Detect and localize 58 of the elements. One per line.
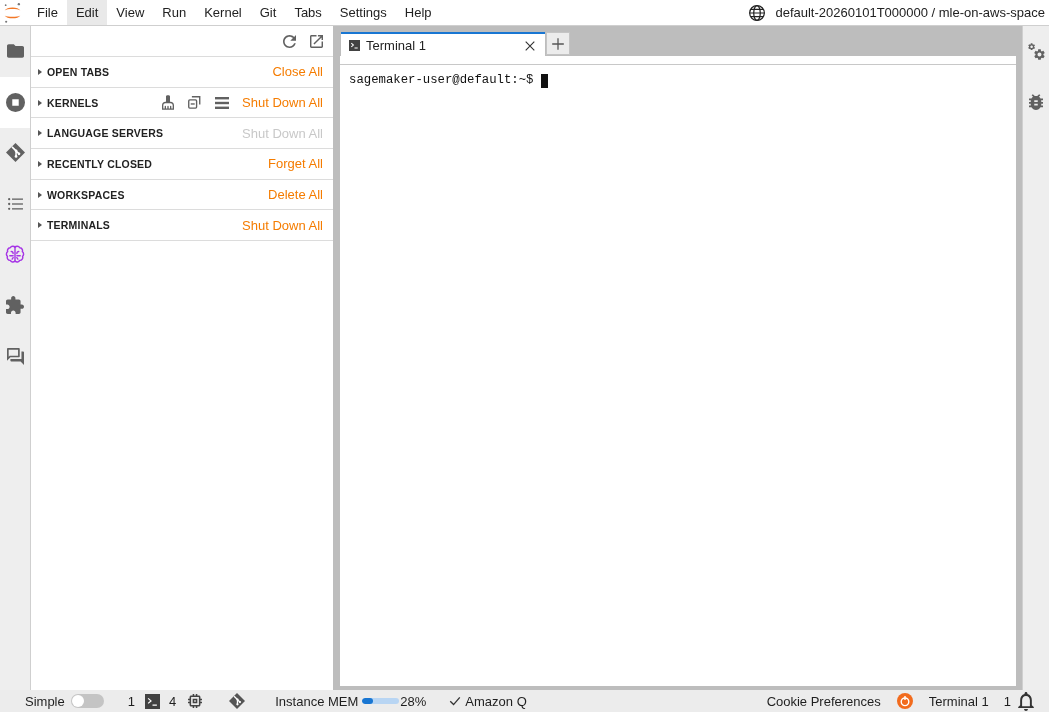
close-icon[interactable] [525,40,535,51]
caret-icon[interactable] [38,68,42,75]
menu-item[interactable]: Kernel [195,0,251,25]
stacked-windows-icon[interactable] [188,96,202,110]
caret-icon[interactable] [38,222,42,229]
terminal-icon [349,40,360,51]
menu-item[interactable]: Settings [330,0,396,25]
mode-toggle[interactable] [70,694,104,708]
section-title[interactable]: OPEN TABS [47,65,110,78]
terminal-count[interactable]: 1 [127,693,135,709]
assistant-status[interactable]: Amazon Q [465,693,527,709]
external-link-icon[interactable] [310,34,323,48]
chat-bubbles-icon[interactable] [6,347,24,365]
bell-icon[interactable] [1018,691,1034,711]
globe-icon [749,4,766,21]
sidebar-tab[interactable] [0,76,30,128]
chip-icon[interactable] [188,694,203,708]
kernel-count[interactable]: 4 [169,693,177,709]
section-title[interactable]: RECENTLY CLOSED [47,157,153,170]
menu-item[interactable]: File [28,0,67,25]
menu-item[interactable]: Tabs [285,0,331,25]
menu-item[interactable]: View [107,0,154,25]
caret-icon[interactable] [38,160,42,167]
space-path: default-20260101T000000 / mle-on-aws-space [775,5,1045,20]
puzzle-icon[interactable] [6,296,24,315]
caret-icon[interactable] [38,99,42,106]
section-title[interactable]: KERNELS [47,96,99,109]
bug-icon[interactable] [1029,94,1043,111]
terminal-icon[interactable] [145,693,160,709]
broom-icon[interactable] [162,95,175,111]
menu-item[interactable]: Run [153,0,196,25]
git-icon[interactable] [229,693,246,709]
folder-icon[interactable] [6,44,24,59]
menu-item[interactable]: Help [395,0,441,25]
list-view-icon[interactable] [215,96,230,109]
plus-icon [552,37,564,50]
new-tab-button[interactable] [546,32,570,55]
document-tab[interactable]: Terminal 1 [341,32,545,57]
memory-reading: 28% [400,693,427,709]
list-icon[interactable] [7,197,23,210]
memory-label: Instance MEM [275,693,359,709]
terminal-panel[interactable]: sagemaker-user@default:~$ [340,56,1016,686]
ring-icon[interactable] [896,693,913,709]
menu-item[interactable]: Git [250,0,286,25]
refresh-icon[interactable] [283,34,296,48]
terminal-prompt: sagemaker-user@default:~$ [349,73,534,88]
caret-icon[interactable] [38,191,42,198]
section-title[interactable]: WORKSPACES [47,188,125,201]
current-item-label: Terminal 1 [928,693,989,709]
logo-icon[interactable] [4,2,21,23]
section-title[interactable]: TERMINALS [47,219,111,232]
git-icon[interactable] [5,143,25,163]
menu-item[interactable]: Edit [66,0,108,25]
notification-count[interactable]: 1 [1003,693,1011,709]
gears-icon[interactable] [1027,42,1045,60]
brain-icon[interactable] [5,245,25,265]
cookie-preferences-link[interactable]: Cookie Preferences [766,693,881,709]
mode-label: Simple [25,693,65,709]
